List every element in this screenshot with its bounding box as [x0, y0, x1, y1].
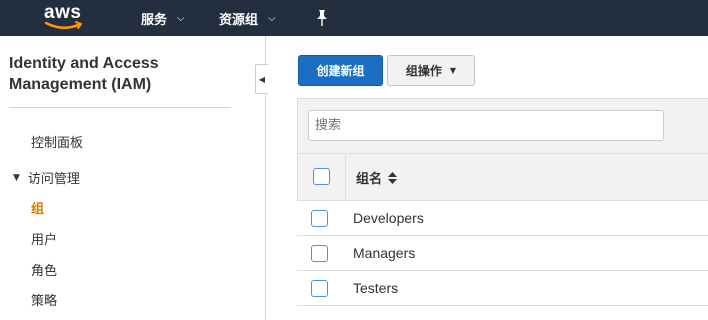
sidebar-item-users[interactable]: 用户 [31, 229, 57, 248]
sort-icon [388, 171, 398, 184]
services-label: 服务 [141, 12, 168, 28]
top-nav-bar: aws 服务 ⌵ 资源组 ⌵ [0, 0, 708, 36]
select-all-checkbox[interactable] [313, 168, 330, 185]
sidebar-divider [9, 107, 231, 108]
group-name-cell[interactable]: Managers [353, 245, 415, 261]
sidebar-section-access-management[interactable]: ▼ 访问管理 [13, 168, 80, 187]
resource-groups-menu[interactable]: 资源组 ⌵ [219, 0, 276, 36]
sidebar-item-groups[interactable]: 组 [31, 198, 44, 217]
pin-icon[interactable] [314, 9, 330, 27]
aws-smile-icon [44, 21, 82, 29]
group-actions-button[interactable]: 组操作 ▼ [387, 55, 475, 86]
row-checkbox[interactable] [311, 210, 328, 227]
column-divider [345, 154, 346, 200]
resource-groups-label: 资源组 [219, 12, 259, 28]
groups-table: 组名 Developers Managers Testers [297, 98, 708, 320]
aws-logo[interactable]: aws [40, 2, 96, 34]
group-name-column-header[interactable]: 组名 [356, 168, 398, 187]
table-row[interactable]: Testers [297, 271, 708, 306]
caret-down-icon: ▼ [449, 66, 457, 75]
sidebar-section-label: 访问管理 [27, 172, 80, 187]
chevron-down-icon: ⌵ [177, 12, 185, 24]
services-menu[interactable]: 服务 ⌵ [141, 0, 185, 36]
sidebar: Identity and Access Management (IAM) 控制面… [0, 36, 266, 320]
collapse-sidebar-button[interactable]: ◀ [255, 64, 268, 94]
sidebar-item-policies[interactable]: 策略 [31, 290, 57, 309]
sidebar-title: Identity and Access Management (IAM) [9, 55, 159, 93]
table-row[interactable]: Developers [297, 201, 708, 236]
create-group-button[interactable]: 创建新组 [298, 55, 383, 86]
triangle-down-icon: ▼ [13, 172, 20, 183]
search-bar [297, 98, 708, 153]
chevron-left-icon: ◀ [258, 74, 266, 84]
column-header-label: 组名 [356, 172, 383, 187]
chevron-down-icon: ⌵ [268, 12, 276, 24]
table-row[interactable]: Managers [297, 236, 708, 271]
group-name-cell[interactable]: Developers [353, 210, 424, 226]
row-checkbox[interactable] [311, 245, 328, 262]
table-header-row: 组名 [297, 153, 708, 201]
sidebar-item-roles[interactable]: 角色 [31, 260, 57, 279]
row-checkbox[interactable] [311, 280, 328, 297]
group-name-cell[interactable]: Testers [353, 280, 398, 296]
group-actions-label: 组操作 [405, 64, 442, 78]
search-input[interactable] [308, 110, 664, 141]
sidebar-item-dashboard[interactable]: 控制面板 [31, 132, 83, 151]
